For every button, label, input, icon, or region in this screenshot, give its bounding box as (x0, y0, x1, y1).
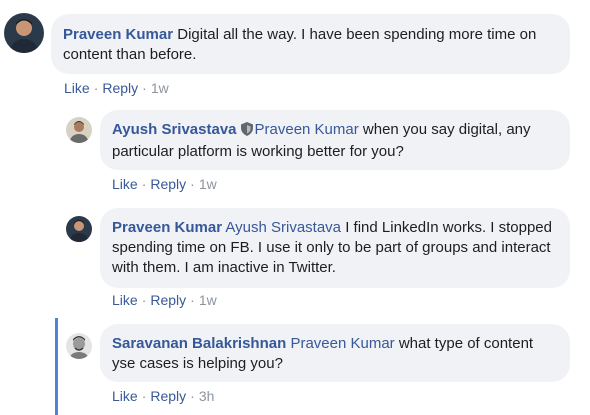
comment-bubble: Praveen Kumar Digital all the way. I hav… (51, 14, 570, 74)
separator-dot: · (141, 388, 147, 404)
comment-actions: Like · Reply · 1w (112, 291, 217, 309)
separator-dot: · (141, 176, 147, 192)
separator-dot: · (93, 80, 99, 96)
comment-actions: Like · Reply · 1w (112, 175, 217, 193)
mention-link[interactable]: Praveen Kumar (290, 335, 394, 352)
mention-link[interactable]: Praveen Kumar (255, 121, 359, 138)
separator-dot: · (141, 292, 147, 308)
avatar[interactable] (66, 216, 92, 242)
avatar[interactable] (4, 13, 44, 53)
separator-dot: · (142, 80, 147, 96)
avatar[interactable] (66, 333, 92, 359)
comment-timestamp[interactable]: 1w (199, 176, 217, 192)
comment-timestamp[interactable]: 3h (199, 388, 215, 404)
comment-actions: Like · Reply · 1w (64, 79, 169, 97)
mention-link[interactable]: Ayush Srivastava (225, 219, 341, 236)
like-button[interactable]: Like (64, 80, 90, 96)
like-button[interactable]: Like (112, 292, 138, 308)
thread-highlight-line (55, 318, 58, 415)
separator-dot: · (190, 388, 195, 404)
comment-bubble: Saravanan Balakrishnan Praveen Kumar wha… (100, 324, 570, 382)
comment-bubble: Ayush Srivastava Praveen Kumar when you s… (100, 110, 570, 170)
reply-button[interactable]: Reply (150, 388, 186, 404)
avatar[interactable] (66, 117, 92, 143)
comment-author[interactable]: Praveen Kumar (112, 219, 222, 236)
comment-actions: Like · Reply · 3h (112, 387, 214, 405)
reply-button[interactable]: Reply (150, 176, 186, 192)
reply-button[interactable]: Reply (102, 80, 138, 96)
comment-author[interactable]: Saravanan Balakrishnan (112, 335, 286, 352)
separator-dot: · (190, 292, 195, 308)
like-button[interactable]: Like (112, 388, 138, 404)
comment-author[interactable]: Ayush Srivastava (112, 121, 237, 138)
comment-timestamp[interactable]: 1w (151, 80, 169, 96)
separator-dot: · (190, 176, 195, 192)
comment-timestamp[interactable]: 1w (199, 292, 217, 308)
reply-button[interactable]: Reply (150, 292, 186, 308)
like-button[interactable]: Like (112, 176, 138, 192)
comment-bubble: Praveen Kumar Ayush Srivastava I find Li… (100, 208, 570, 288)
comment-author[interactable]: Praveen Kumar (63, 26, 173, 43)
shield-icon (240, 122, 253, 142)
